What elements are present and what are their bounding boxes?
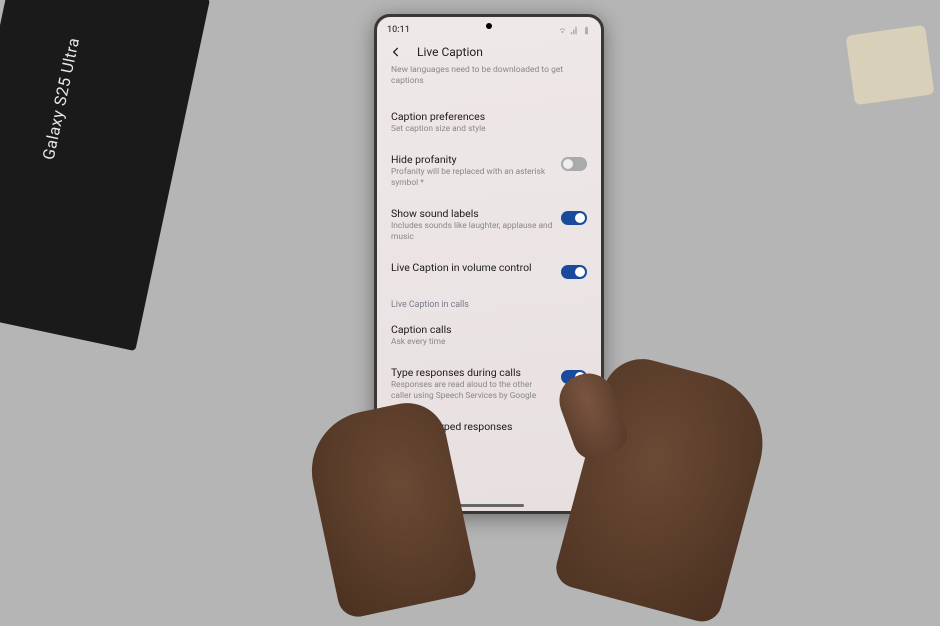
language-download-hint: New languages need to be downloaded to g…: [391, 65, 587, 87]
sound-labels-item[interactable]: Show sound labels Includes sounds like l…: [391, 198, 587, 252]
app-header: Live Caption: [377, 39, 601, 65]
sound-labels-toggle[interactable]: [561, 211, 587, 225]
settings-content: New languages need to be downloaded to g…: [377, 65, 601, 443]
item-title: Show sound labels: [391, 207, 553, 220]
volume-control-toggle[interactable]: [561, 265, 587, 279]
item-subtitle: Profanity will be replaced with an aster…: [391, 167, 553, 189]
item-title: Voice for typed responses: [391, 420, 587, 433]
status-time: 10:11: [387, 25, 410, 35]
item-title: Caption preferences: [391, 110, 587, 123]
camera-hole: [486, 23, 492, 29]
item-title: Caption calls: [391, 323, 587, 336]
info-icon[interactable]: [387, 495, 397, 505]
type-responses-item[interactable]: Type responses during calls Responses ar…: [391, 357, 587, 411]
item-subtitle: Includes sounds like laughter, applause …: [391, 221, 553, 243]
phone-frame: 10:11 Live Caption New languages need to…: [374, 14, 604, 514]
signal-icon: [570, 26, 579, 35]
hide-profanity-item[interactable]: Hide profanity Profanity will be replace…: [391, 144, 587, 198]
hide-profanity-toggle[interactable]: [561, 157, 587, 171]
item-subtitle: Ask every time: [391, 337, 587, 348]
status-icons: [558, 26, 591, 35]
battery-icon: [582, 26, 591, 35]
item-title: Hide profanity: [391, 153, 553, 166]
section-header-calls: Live Caption in calls: [391, 288, 587, 314]
back-arrow-icon[interactable]: [389, 45, 403, 59]
page-title: Live Caption: [417, 45, 483, 59]
item-subtitle: Set caption size and style: [391, 124, 587, 135]
item-subtitle: Responses are read aloud to the other ca…: [391, 380, 553, 402]
item-title: Type responses during calls: [391, 366, 553, 379]
tool-object: [846, 25, 935, 105]
nav-handle[interactable]: [454, 504, 524, 507]
item-title: Live Caption in volume control: [391, 261, 553, 274]
volume-control-item[interactable]: Live Caption in volume control: [391, 252, 587, 288]
voice-typed-responses-item[interactable]: Voice for typed responses: [391, 411, 587, 443]
caption-calls-item[interactable]: Caption calls Ask every time: [391, 314, 587, 357]
product-box: [0, 0, 210, 351]
phone-screen: 10:11 Live Caption New languages need to…: [377, 17, 601, 511]
type-responses-toggle[interactable]: [561, 370, 587, 384]
caption-preferences-item[interactable]: Caption preferences Set caption size and…: [391, 101, 587, 144]
wifi-icon: [558, 26, 567, 35]
